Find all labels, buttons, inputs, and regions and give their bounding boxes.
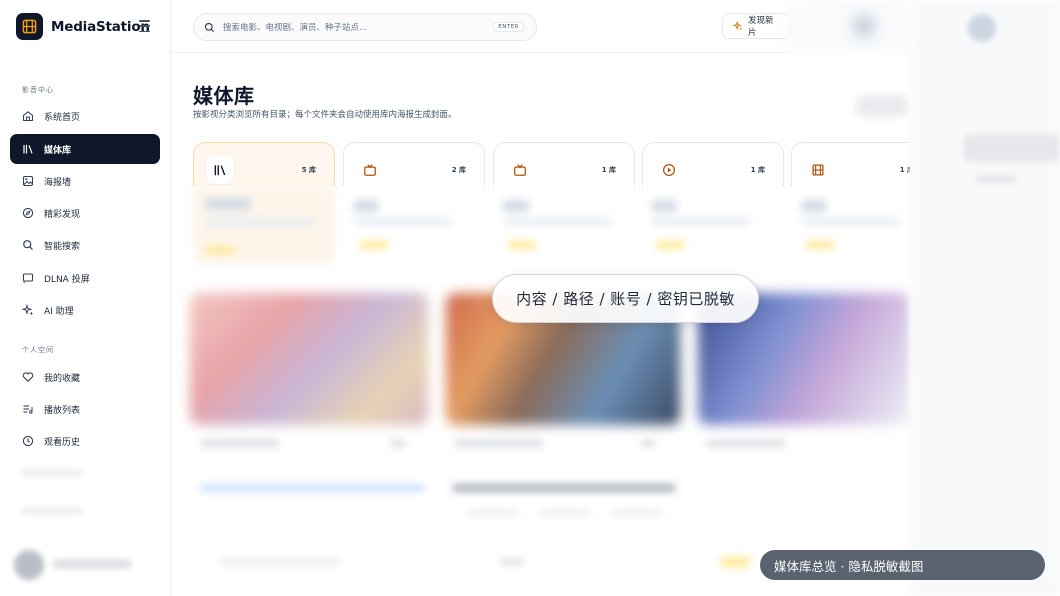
hamburger-menu-icon[interactable]	[139, 20, 150, 32]
library-count: 1 库	[750, 166, 765, 174]
library-count: 1 库	[601, 166, 616, 174]
image-icon	[22, 175, 34, 187]
sidebar-item-favorites[interactable]: 我的收藏	[10, 362, 160, 392]
heart-icon	[22, 371, 34, 383]
sidebar-item-smart-search[interactable]: 智能搜索	[10, 230, 160, 260]
sidebar-item-label: 海报墙	[44, 177, 72, 188]
film-logo-icon	[16, 13, 43, 40]
search-icon	[204, 22, 215, 33]
sidebar-item-poster-wall[interactable]: 海报墙	[10, 166, 160, 196]
top-bar: 搜索电影、电视剧、演员、种子站点... ENTER 发现新片	[171, 0, 791, 53]
brand[interactable]: MediaStation	[16, 13, 150, 40]
history-icon	[22, 435, 34, 447]
search-placeholder: 搜索电影、电视剧、演员、种子站点...	[223, 23, 368, 33]
sidebar-item-library[interactable]: 媒体库	[10, 134, 160, 164]
sidebar-item-home[interactable]: 系统首页	[10, 101, 160, 131]
discover-new-button[interactable]: 发现新片	[722, 13, 791, 39]
redacted-sidebar-footer	[0, 455, 171, 596]
redaction-notice: 内容 / 路径 / 账号 / 密钥已脱敏	[492, 274, 759, 323]
playlist-icon	[22, 403, 34, 415]
tv-icon	[506, 156, 534, 184]
sidebar-item-label: 系统首页	[44, 112, 81, 123]
discover-new-label: 发现新片	[748, 16, 774, 38]
redacted-header-button	[856, 95, 908, 117]
sidebar-item-history[interactable]: 观看历史	[10, 426, 160, 456]
category-card[interactable]: 5 库	[193, 142, 335, 186]
sidebar-item-label: 我的收藏	[44, 373, 81, 384]
home-icon	[22, 110, 34, 122]
sidebar-item-discover[interactable]: 精彩发现	[10, 198, 160, 228]
sidebar-item-label: 播放列表	[44, 405, 81, 416]
play-circle-icon	[655, 156, 683, 184]
redacted-card-details	[193, 186, 910, 266]
sparkle-icon	[733, 21, 743, 31]
sidebar: MediaStation 影音中心 系统首页 媒体库 海报墙 精彩发现 智能搜索…	[0, 0, 171, 596]
section-label-personal: 个人空间	[22, 346, 54, 354]
page-title: 媒体库	[193, 84, 255, 108]
category-card[interactable]: 1 库	[791, 142, 910, 186]
library-count: 5 库	[301, 166, 316, 174]
sidebar-item-label: 观看历史	[44, 437, 81, 448]
sidebar-item-dlna[interactable]: DLNA 投屏	[10, 263, 160, 293]
brand-name: MediaStation	[51, 18, 150, 35]
library-icon	[206, 156, 234, 184]
search-icon	[22, 239, 34, 251]
redacted-topbar-right	[790, 0, 910, 53]
sidebar-item-ai-assistant[interactable]: AI 助理	[10, 295, 160, 325]
tv-icon	[356, 156, 384, 184]
sidebar-item-label: DLNA 投屏	[44, 274, 90, 285]
library-count: 2 库	[451, 166, 466, 174]
library-category-cards: 5 库 2 库 1 库 1 库 1 库	[193, 142, 910, 186]
search-input[interactable]: 搜索电影、电视剧、演员、种子站点... ENTER	[193, 13, 537, 41]
sidebar-item-label: 智能搜索	[44, 241, 81, 252]
redacted-footer	[220, 555, 780, 571]
sidebar-item-playlist[interactable]: 播放列表	[10, 394, 160, 424]
redacted-poster-captions	[200, 440, 900, 530]
category-card[interactable]: 1 库	[642, 142, 784, 186]
sidebar-item-label: AI 助理	[44, 306, 74, 317]
category-card[interactable]: 1 库	[493, 142, 635, 186]
film-icon	[804, 156, 832, 184]
library-icon	[22, 143, 34, 155]
sparkle-icon	[22, 304, 34, 316]
screenshot-caption: 媒体库总览 · 隐私脱敏截图	[760, 550, 1045, 580]
section-label-main: 影音中心	[22, 86, 54, 94]
cast-icon	[22, 272, 34, 284]
sidebar-item-label: 媒体库	[44, 145, 72, 156]
enter-shortcut-badge: ENTER	[493, 22, 524, 32]
page-subtitle: 按影视分类浏览所有目录；每个文件夹会自动使用库内海报生成封面。	[193, 110, 457, 120]
category-card[interactable]: 2 库	[343, 142, 485, 186]
library-count: 1 库	[899, 166, 910, 174]
sidebar-item-label: 精彩发现	[44, 209, 81, 220]
redacted-poster	[190, 293, 428, 425]
redacted-side-panel	[910, 0, 1060, 596]
compass-icon	[22, 207, 34, 219]
